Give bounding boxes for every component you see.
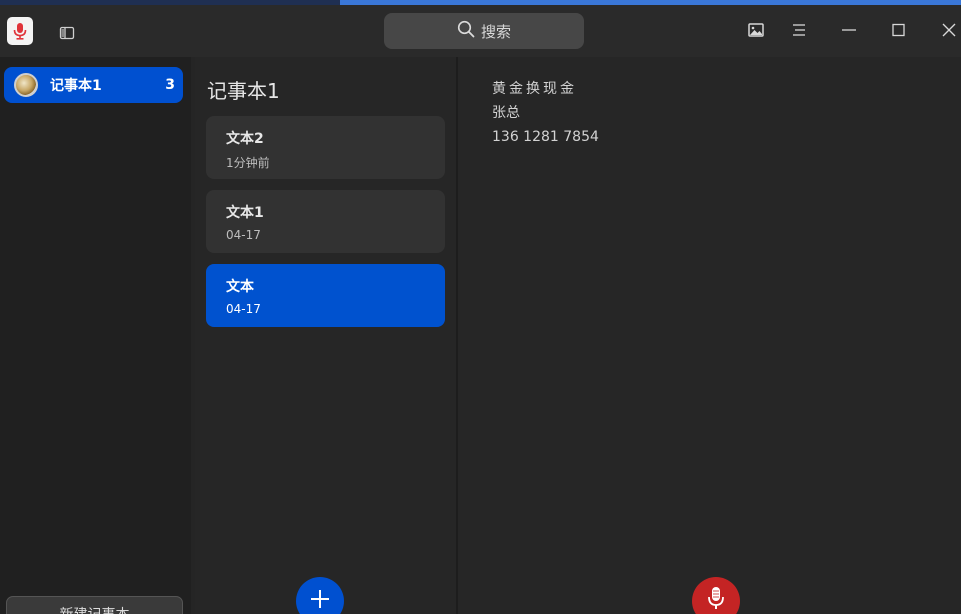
close-button[interactable] (936, 18, 961, 44)
note-title: 文本1 (226, 205, 264, 221)
note-title: 文本2 (226, 131, 264, 147)
note-list-panel: 记事本1 文本2 1分钟前 文本1 04-17 文本 04-17 (195, 57, 456, 614)
sidebar-toggle-icon[interactable] (59, 25, 75, 44)
notebook-item[interactable]: 记事本1 3 (4, 67, 183, 103)
notebook-label: 记事本1 (50, 78, 102, 94)
notebook-sidebar: 记事本1 3 新建记事本 (0, 57, 191, 614)
search-label: 搜索 (480, 22, 511, 41)
image-button[interactable] (743, 18, 769, 44)
notebook-count-badge: 3 (165, 77, 175, 93)
note-editor[interactable]: 黄金换现金 张总 136 1281 7854 (458, 57, 961, 614)
menu-icon (791, 22, 807, 41)
notebook-avatar (14, 73, 38, 97)
new-notebook-button[interactable]: 新建记事本 (6, 596, 183, 614)
search-input[interactable]: 搜索 (384, 13, 584, 49)
note-title: 文本 (226, 279, 254, 295)
menu-button[interactable] (786, 18, 812, 44)
note-line: 张总 (492, 105, 520, 121)
note-item[interactable]: 文本2 1分钟前 (206, 116, 445, 179)
note-content[interactable]: 黄金换现金 张总 136 1281 7854 (492, 77, 599, 149)
microphone-icon (706, 586, 726, 614)
minimize-button[interactable] (836, 18, 862, 44)
search-icon (457, 20, 475, 42)
note-date: 04-17 (226, 302, 261, 316)
note-item-selected[interactable]: 文本 04-17 (206, 264, 445, 327)
minimize-icon (841, 22, 857, 41)
microphone-app-icon (7, 17, 33, 45)
image-icon (748, 22, 764, 41)
note-line: 黄金换现金 (492, 81, 577, 97)
maximize-button[interactable] (886, 18, 912, 44)
note-date: 04-17 (226, 228, 261, 242)
title-bar: 搜索 (0, 5, 961, 57)
notebook-title: 记事本1 (207, 79, 280, 103)
record-button[interactable] (692, 577, 740, 614)
note-item[interactable]: 文本1 04-17 (206, 190, 445, 253)
plus-icon (309, 588, 331, 614)
note-line: 136 1281 7854 (492, 129, 599, 145)
note-date: 1分钟前 (226, 156, 270, 170)
maximize-icon (891, 22, 907, 41)
close-icon (941, 22, 957, 41)
add-note-button[interactable] (296, 577, 344, 614)
